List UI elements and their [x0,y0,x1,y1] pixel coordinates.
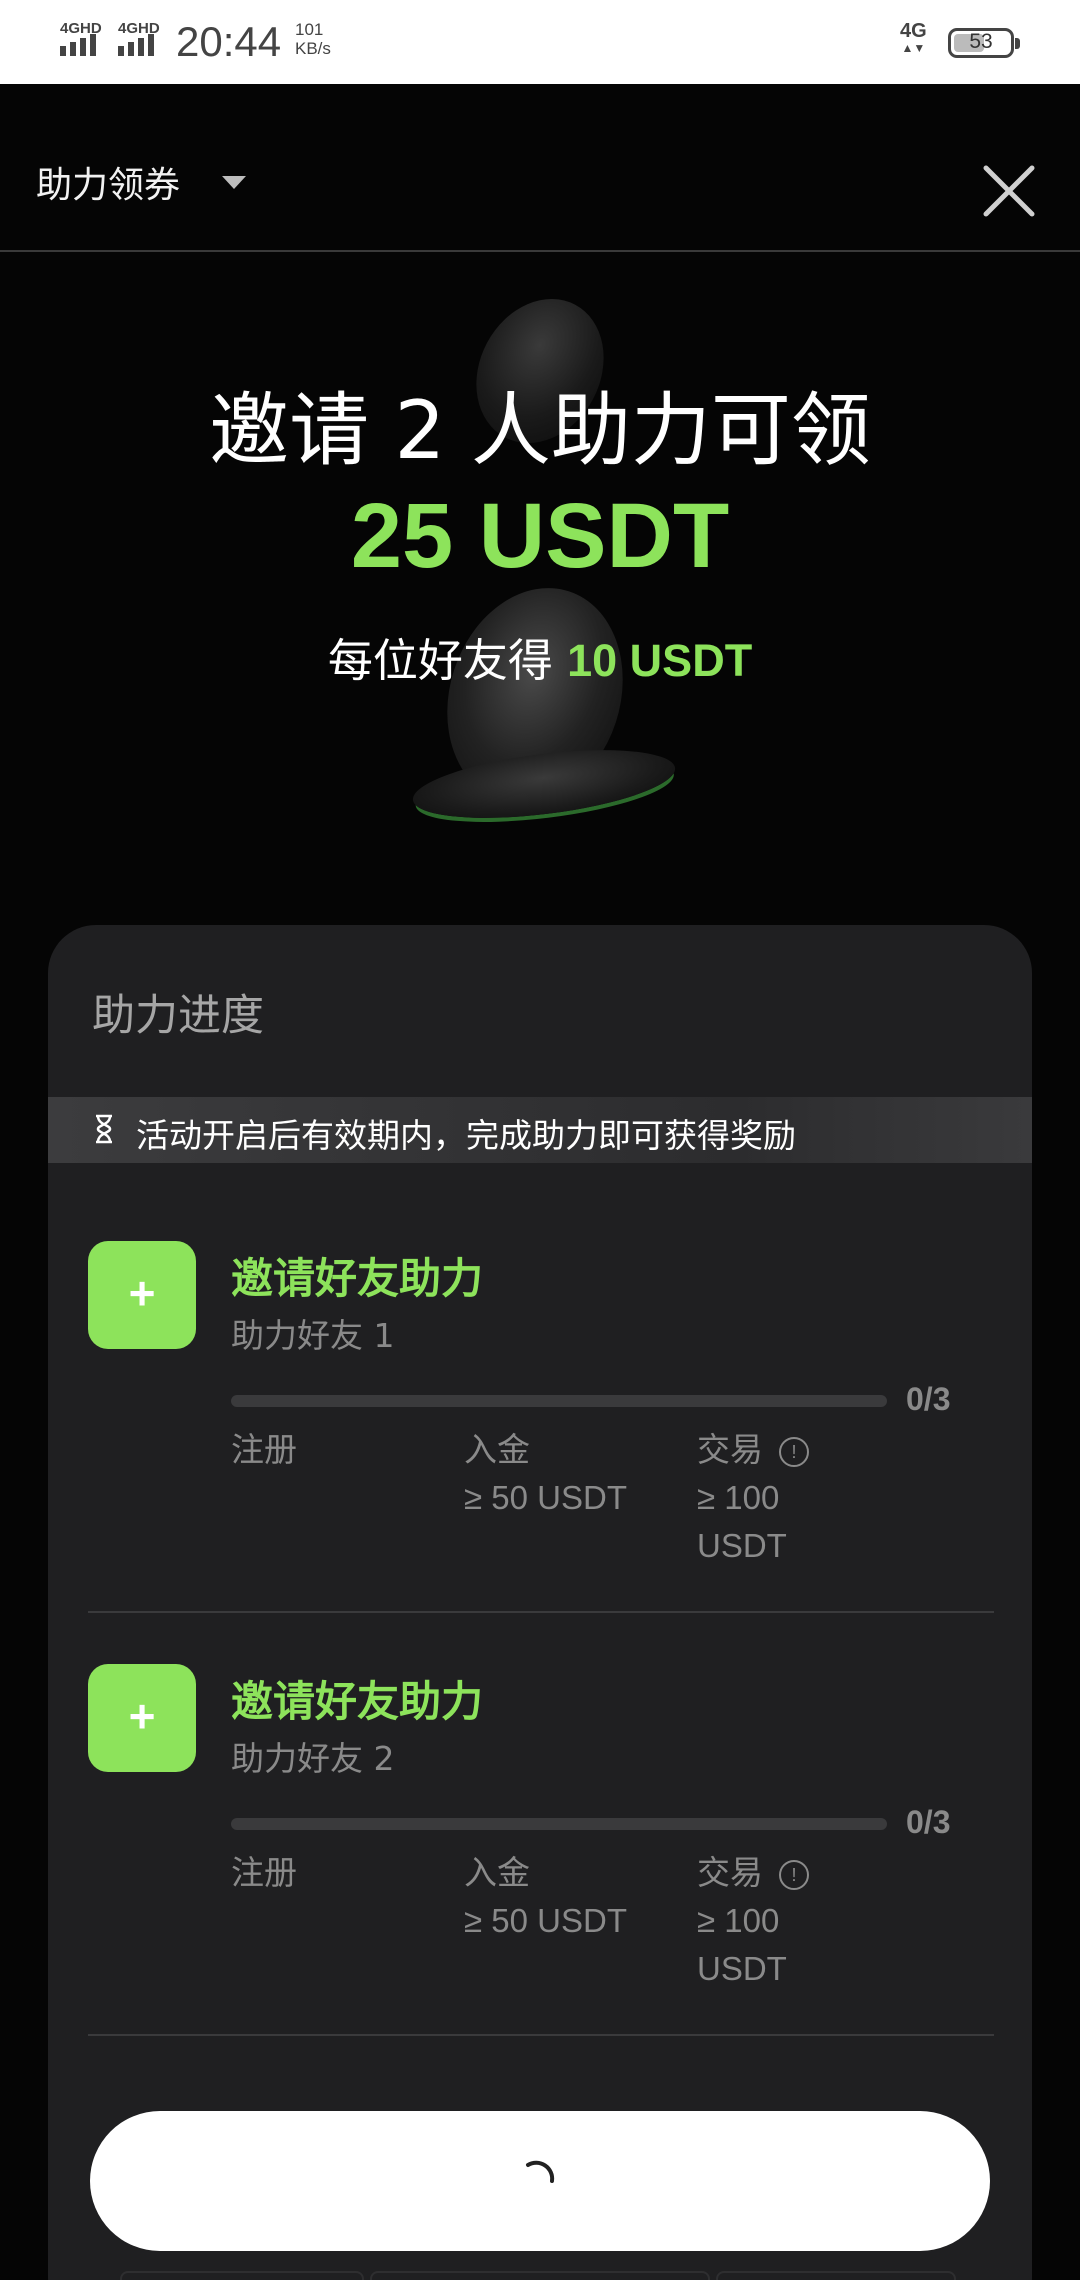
step-register-label: 注册 [231,1431,297,1468]
step-trade-value: ≥ 100 USDT [697,1479,787,1564]
step-deposit: 入金 ≥ 50 USDT [464,1849,714,1945]
page-title[interactable]: 助力领券 [36,156,180,208]
page-header: 助力领券 [0,84,1080,252]
invite-plus-button[interactable]: + [88,1241,196,1349]
step-deposit-value: ≥ 50 USDT [464,1902,627,1939]
task-title[interactable]: 邀请好友助力 [231,1668,483,1729]
step-deposit-value: ≥ 50 USDT [464,1479,627,1516]
step-deposit: 入金 ≥ 50 USDT [464,1426,714,1522]
hero-reward-amount: 25 USDT [350,485,730,587]
divider [88,2034,994,2036]
step-trade-label: 交易 [697,1431,763,1468]
task-subtitle: 助力好友 1 [231,1316,395,1355]
close-icon[interactable] [978,160,1040,222]
task-item: + 邀请好友助力 助力好友 2 0/3 注册 入金 ≥ 50 USDT 交易! … [48,1664,1032,2084]
hourglass-icon [96,1114,112,1144]
screen: 4GHD 4GHD 20:44 101 KB/s 4G ▲▼ 53 助力领券 邀… [0,0,1080,2280]
info-icon[interactable]: ! [779,1437,809,1468]
notice-text: 活动开启后有效期内，完成助力即可获得奖励 [136,1116,796,1155]
task-subtitle: 助力好友 2 [231,1739,395,1778]
signal-2-icon: 4GHD [116,20,166,60]
task-progress-bar [231,1395,887,1407]
network-speed: 101 KB/s [295,20,331,58]
bottom-tabs-partial [120,2271,960,2280]
step-trade: 交易! ≥ 100 USDT [697,1426,857,1570]
status-bar: 4GHD 4GHD 20:44 101 KB/s 4G ▲▼ 53 [0,0,1080,84]
speed-value: 101 [295,20,324,39]
per-friend-amount: 10 USDT [567,635,753,686]
step-register: 注册 [231,1426,297,1474]
step-trade: 交易! ≥ 100 USDT [697,1849,857,1993]
invite-plus-button[interactable]: + [88,1664,196,1772]
step-register: 注册 [231,1849,297,1897]
task-progress-bar [231,1818,887,1830]
bottom-tab[interactable] [716,2271,956,2280]
network-type: 4G [900,20,927,42]
notice-banner: 活动开启后有效期内，完成助力即可获得奖励 [48,1097,1032,1163]
progress-card: 助力进度 活动开启后有效期内，完成助力即可获得奖励 + 邀请好友助力 助力好友 … [48,925,1032,2280]
speed-unit: KB/s [295,39,331,58]
per-friend-label: 每位好友得 [327,634,568,687]
step-deposit-label: 入金 [464,1854,530,1891]
info-icon[interactable]: ! [779,1860,809,1891]
step-deposit-label: 入金 [464,1431,530,1468]
battery-icon: 53 [948,28,1020,58]
task-progress-count: 0/3 [906,1381,951,1417]
signal-1-icon: 4GHD [58,20,108,60]
step-trade-label: 交易 [697,1854,763,1891]
task-item: + 邀请好友助力 助力好友 1 0/3 注册 入金 ≥ 50 USDT 交易! … [48,1241,1032,1661]
bottom-tab[interactable] [370,2271,710,2280]
caret-down-icon[interactable] [222,176,246,189]
loading-spinner-icon [526,2160,555,2183]
progress-title: 助力进度 [92,991,264,1041]
network-type-icon: 4G ▲▼ [900,20,927,55]
step-trade-value: ≥ 100 USDT [697,1902,787,1987]
step-register-label: 注册 [231,1854,297,1891]
task-progress-count: 0/3 [906,1804,951,1840]
hero-per-friend: 每位好友得 10 USDT [0,624,1080,689]
clock: 20:44 [176,18,282,65]
divider [88,1611,994,1613]
battery-level: 53 [969,30,993,53]
bottom-tab[interactable] [120,2271,364,2280]
hero-headline: 邀请 2 人助力可领 [209,384,871,477]
hero-banner: 邀请 2 人助力可领 25 USDT 每位好友得 10 USDT [0,254,1080,904]
task-title[interactable]: 邀请好友助力 [231,1245,483,1306]
invite-action-button[interactable] [90,2111,990,2251]
